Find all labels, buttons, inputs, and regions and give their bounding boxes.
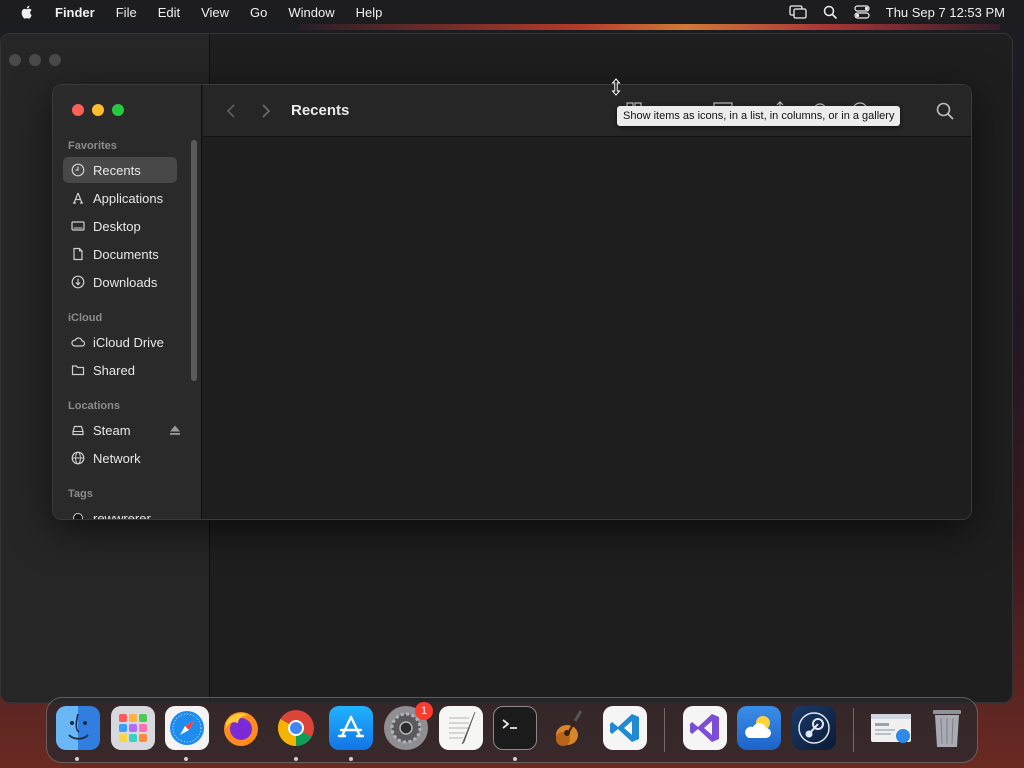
menu-help[interactable]: Help [356, 5, 383, 20]
sidebar-item-label: rewwrerer [93, 510, 151, 520]
sidebar-scrollbar[interactable] [191, 140, 197, 381]
tag-dot-icon [73, 513, 83, 519]
notification-badge: 1 [415, 702, 433, 720]
sidebar-item-icloud-drive[interactable]: iCloud Drive [63, 329, 177, 355]
safari-running-indicator [184, 757, 188, 761]
spotlight-search-icon[interactable] [823, 5, 838, 20]
chrome-icon[interactable] [274, 706, 318, 750]
drive-icon [72, 425, 84, 436]
steam-icon[interactable] [792, 706, 836, 750]
background-close-button[interactable] [9, 54, 21, 66]
finder-window: Favorites Recents Applications Desktop D… [52, 84, 972, 520]
menu-bar-clock[interactable]: Thu Sep 7 12:53 PM [886, 5, 1005, 20]
terminal-running-indicator [513, 757, 517, 761]
chrome-running-indicator [294, 757, 298, 761]
dock: 1 [46, 697, 978, 763]
background-zoom-button[interactable] [49, 54, 61, 66]
tags-section-title: Tags [68, 488, 93, 500]
globe-icon [71, 451, 85, 465]
sidebar-item-desktop[interactable]: Desktop [63, 213, 177, 239]
back-button[interactable] [223, 102, 239, 120]
textedit-icon[interactable] [439, 706, 483, 750]
apple-menu-icon[interactable] [19, 4, 35, 20]
forward-button[interactable] [258, 102, 274, 120]
trash-icon[interactable] [925, 706, 969, 750]
cloud-icon [71, 337, 85, 347]
control-center-icon[interactable] [854, 5, 870, 19]
sidebar-item-label: Applications [93, 190, 164, 206]
desktop-icon [71, 221, 85, 231]
finder-running-indicator [75, 757, 79, 761]
sidebar-item-tag[interactable]: rewwrerer [63, 505, 177, 520]
sidebar-item-label: Documents [93, 246, 159, 262]
eject-icon[interactable] [169, 424, 181, 436]
sidebar-item-downloads[interactable]: Downloads [63, 269, 177, 295]
safari-icon[interactable] [165, 706, 209, 750]
sidebar-item-label: Recents [93, 162, 141, 178]
sidebar-item-network[interactable]: Network [63, 445, 177, 471]
sidebar-item-recents[interactable]: Recents [63, 157, 177, 183]
sidebar-item-documents[interactable]: Documents [63, 241, 177, 267]
app-store-running-indicator [349, 757, 353, 761]
zoom-button[interactable] [112, 104, 124, 116]
sidebar-item-steam[interactable]: Steam [63, 417, 181, 443]
sidebar-item-label: Shared [93, 362, 135, 378]
menu-bar: Finder File Edit View Go Window Help Thu… [0, 0, 1024, 24]
sidebar-item-shared[interactable]: Shared [63, 357, 177, 383]
terminal-icon[interactable] [493, 706, 537, 750]
vscode-icon[interactable] [603, 706, 647, 750]
resize-cursor-icon [611, 78, 621, 96]
icloud-section-title: iCloud [68, 312, 103, 324]
background-minimize-button[interactable] [29, 54, 41, 66]
firefox-icon[interactable] [219, 706, 263, 750]
menu-edit[interactable]: Edit [158, 5, 180, 20]
locations-section-title: Locations [68, 400, 120, 412]
shared-folder-icon [71, 365, 85, 376]
favorites-section-title: Favorites [68, 140, 117, 152]
document-icon [73, 247, 83, 261]
menu-view[interactable]: View [201, 5, 229, 20]
launchpad-icon[interactable] [111, 706, 155, 750]
sidebar-item-label: Downloads [93, 274, 158, 290]
finder-icon[interactable] [56, 706, 100, 750]
applications-icon [73, 192, 83, 204]
minimize-button[interactable] [92, 104, 104, 116]
file-list-area[interactable] [203, 138, 971, 519]
finder-sidebar: Favorites Recents Applications Desktop D… [53, 85, 202, 519]
window-title: Recents [291, 102, 350, 119]
sidebar-item-label: Desktop [93, 218, 141, 234]
sidebar-item-label: Steam [93, 422, 131, 438]
menu-go[interactable]: Go [250, 5, 267, 20]
garageband-icon[interactable] [548, 706, 592, 750]
download-icon [71, 275, 85, 289]
dock-separator [664, 708, 665, 752]
search-icon[interactable] [935, 101, 955, 121]
sidebar-item-applications[interactable]: Applications [63, 185, 177, 211]
menu-file[interactable]: File [116, 5, 137, 20]
preview-icon[interactable] [869, 706, 913, 750]
visual-studio-icon[interactable] [683, 706, 727, 750]
dock-separator [853, 708, 854, 752]
weather-icon[interactable] [737, 706, 781, 750]
app-store-icon[interactable] [329, 706, 373, 750]
view-mode-tooltip: Show items as icons, in a list, in colum… [617, 106, 901, 126]
close-button[interactable] [72, 104, 84, 116]
menu-window[interactable]: Window [288, 5, 334, 20]
sidebar-item-label: iCloud Drive [93, 334, 164, 350]
sidebar-item-label: Network [93, 450, 141, 466]
clock-icon [71, 163, 85, 177]
screen-mirroring-icon[interactable] [789, 5, 807, 19]
menu-app-name[interactable]: Finder [55, 5, 95, 20]
